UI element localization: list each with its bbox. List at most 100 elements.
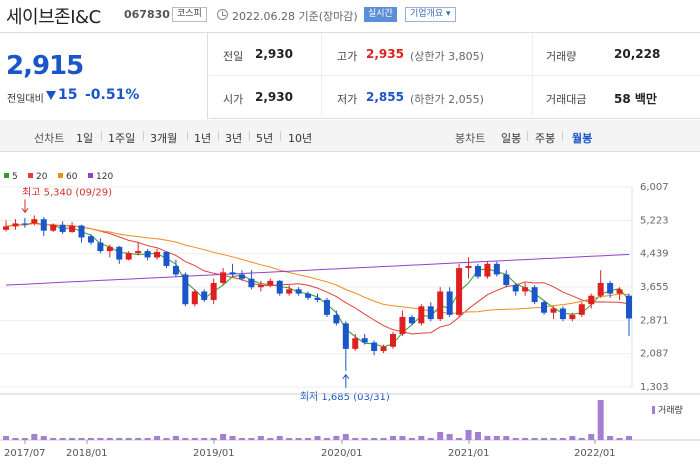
x-tick-label: 2017/07 bbox=[4, 448, 46, 459]
candle-body bbox=[87, 236, 94, 243]
volume-bar bbox=[446, 434, 453, 440]
stats-row: 시가 2,930 저가 2,855 (하한가 2,055) 거래대금 58 백만 bbox=[209, 76, 700, 119]
chart-grid bbox=[0, 186, 633, 388]
candle-body bbox=[380, 346, 387, 351]
volume-bar bbox=[408, 438, 415, 440]
candle-body bbox=[597, 282, 604, 296]
x-tick-label: 2019/01 bbox=[193, 448, 235, 459]
volume-bar bbox=[50, 438, 57, 440]
legend-label: 120 bbox=[96, 172, 113, 182]
candle-body bbox=[371, 342, 378, 351]
volume-bar bbox=[3, 436, 9, 440]
ma20-line bbox=[5, 222, 630, 335]
candle-body bbox=[512, 285, 519, 292]
volume-bar bbox=[172, 436, 179, 440]
candle-weekly[interactable]: 주봉 bbox=[535, 130, 555, 146]
period-5y[interactable]: 5년 bbox=[256, 130, 273, 146]
volume-bar bbox=[182, 438, 189, 440]
candle-body bbox=[182, 274, 189, 305]
legend-swatch bbox=[58, 173, 63, 178]
period-10y[interactable]: 10년 bbox=[288, 130, 312, 146]
volume-bar bbox=[607, 436, 614, 440]
candle-body bbox=[352, 338, 359, 349]
period-3m[interactable]: 3개월 bbox=[150, 130, 177, 146]
candle-body bbox=[361, 338, 368, 343]
stat-value: 20,228 bbox=[614, 47, 661, 61]
volume-bar bbox=[616, 438, 623, 440]
candle-body bbox=[12, 223, 19, 227]
candle-body bbox=[418, 306, 425, 324]
candle-body bbox=[238, 274, 245, 279]
candle-body bbox=[154, 251, 161, 258]
moving-averages bbox=[5, 221, 630, 348]
y-tick-label: 4,439 bbox=[640, 249, 669, 260]
divider bbox=[143, 131, 144, 141]
candle-body bbox=[474, 265, 481, 277]
realtime-button[interactable]: 실시간 bbox=[364, 7, 397, 22]
stock-name: 세이브존I&C bbox=[6, 7, 101, 28]
volume-bar bbox=[116, 438, 123, 440]
x-tick-label: 2021/01 bbox=[448, 448, 490, 459]
stat-label: 고가 bbox=[337, 50, 358, 63]
company-overview-button[interactable]: 기업개요 ▾ bbox=[405, 7, 456, 22]
candle-body bbox=[135, 251, 142, 254]
candle-monthly[interactable]: 월봉 bbox=[572, 130, 592, 146]
volume-bar bbox=[437, 432, 444, 440]
legend-label: 5 bbox=[12, 172, 18, 182]
candle-body bbox=[493, 263, 500, 275]
candle-body bbox=[588, 295, 595, 305]
volume-bar bbox=[314, 436, 321, 440]
date-text: 2022.06.28 기준(장마감) bbox=[232, 10, 358, 23]
divider bbox=[187, 131, 188, 141]
candle-body bbox=[210, 282, 217, 300]
candle-body bbox=[163, 251, 170, 266]
candle-body bbox=[229, 272, 236, 275]
candle-body bbox=[607, 282, 614, 294]
volume-bar bbox=[390, 436, 397, 440]
stat-label: 전일 bbox=[223, 50, 244, 63]
candle-body bbox=[69, 225, 76, 232]
stock-header: 세이브존I&C 067830 코스피 2022.06.28 기준(장마감) 실시… bbox=[0, 0, 700, 33]
divider bbox=[280, 131, 281, 141]
candle-body bbox=[276, 280, 283, 294]
x-axis: 2017/07 2018/01 2019/01 2020/01 2021/01 2022/… bbox=[4, 440, 616, 459]
volume-bar bbox=[163, 438, 170, 440]
legend-swatch bbox=[4, 173, 9, 178]
volume-bar bbox=[69, 438, 76, 440]
candle-body bbox=[541, 302, 548, 313]
stat-value: 2,930 bbox=[255, 90, 293, 104]
current-price: 2,915 bbox=[6, 51, 84, 81]
volume-bar bbox=[238, 438, 245, 440]
candle-body bbox=[616, 289, 623, 294]
high-annotation: 최고 5,340 (09/29) bbox=[22, 186, 112, 198]
period-1d[interactable]: 1일 bbox=[76, 130, 93, 146]
upper-limit: (상한가 3,805) bbox=[410, 50, 484, 63]
volume-bar bbox=[465, 430, 472, 440]
volume-bar bbox=[541, 438, 548, 440]
candle-daily[interactable]: 일봉 bbox=[501, 130, 521, 146]
candle-body bbox=[191, 291, 198, 305]
candle-body bbox=[484, 263, 491, 277]
candle-body bbox=[626, 295, 632, 319]
period-1y[interactable]: 1년 bbox=[194, 130, 211, 146]
stock-code: 067830 bbox=[124, 8, 170, 21]
volume-bar bbox=[626, 436, 632, 440]
volume-bar bbox=[569, 436, 576, 440]
stat-volume: 거래량 20,228 bbox=[534, 33, 700, 76]
period-bar: 선차트 1일 1주일 3개월 1년 3년 5년 10년 봉차트 일봉 주봉 월봉 bbox=[0, 120, 700, 152]
y-tick-label: 6,007 bbox=[640, 182, 669, 193]
stat-label: 시가 bbox=[223, 93, 244, 106]
volume-bar bbox=[474, 432, 481, 440]
stat-value: 2,855 bbox=[366, 90, 404, 104]
candle-body bbox=[437, 291, 444, 320]
y-tick-label: 3,655 bbox=[640, 282, 669, 293]
period-1w[interactable]: 1주일 bbox=[108, 130, 135, 146]
volume-bar bbox=[512, 438, 519, 440]
candle-body bbox=[31, 219, 38, 224]
candlestick-chart: 5 20 60 120 최고 5,340 (09/29) 최저 1,685 (03/31… bbox=[0, 172, 700, 459]
period-3y[interactable]: 3년 bbox=[225, 130, 242, 146]
volume-bar bbox=[12, 438, 19, 440]
candle-body bbox=[465, 265, 472, 269]
chart-legend: 5 20 60 120 bbox=[4, 172, 113, 182]
candle-body bbox=[569, 314, 576, 320]
